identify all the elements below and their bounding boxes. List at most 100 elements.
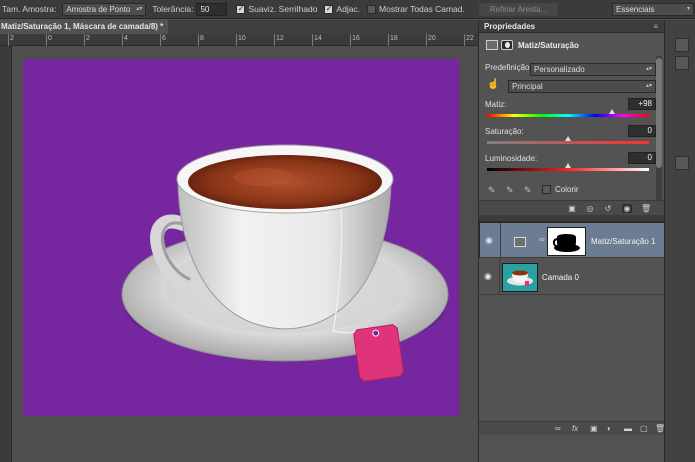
tolerance-input[interactable]: 50 <box>196 2 228 16</box>
document-tab-title: Matiz/Saturação 1, Máscara de camada/8) … <box>1 22 164 31</box>
lightness-input[interactable]: 0 <box>628 152 656 164</box>
properties-scrollbar[interactable] <box>656 56 662 206</box>
adjustment-icon[interactable] <box>486 40 498 50</box>
new-layer-icon[interactable]: ▢ <box>640 424 648 434</box>
lightness-row: Luminosidade: <box>485 154 537 163</box>
refine-edge-button[interactable]: Refinar Aresta... <box>478 2 559 16</box>
target-adjust-hand-icon[interactable]: ☝ <box>487 79 499 90</box>
layers-panel: ◉ ∞ Matiz/Saturação 1 ◉ Camada 0 ∞ fx ▣ … <box>478 215 665 462</box>
swatches-panel-icon[interactable] <box>675 56 689 70</box>
layer-name[interactable]: Matiz/Saturação 1 <box>591 237 655 246</box>
document-tab[interactable]: Matiz/Saturação 1, Máscara de camada/8) … <box>0 20 168 34</box>
hue-slider[interactable] <box>487 109 649 117</box>
saturation-label: Saturação: <box>485 127 524 136</box>
link-layers-icon[interactable]: ∞ <box>555 424 561 434</box>
eye-icon[interactable]: ◉ <box>484 271 496 281</box>
link-icon[interactable]: ∞ <box>539 235 545 244</box>
hue-input[interactable]: +98 <box>628 98 656 110</box>
panel-menu-icon[interactable]: ≡ <box>653 22 659 31</box>
document-canvas[interactable] <box>23 59 459 416</box>
anti-alias-checkbox[interactable]: ✓ <box>236 4 246 14</box>
properties-footer: ▣ ◎ ↺ ◉ 🗑 <box>479 200 665 215</box>
adjustments-panel-icon[interactable] <box>675 156 689 170</box>
reset-icon[interactable]: ↺ <box>603 204 613 213</box>
horizontal-ruler[interactable]: 2 0 2 4 6 8 10 12 14 16 18 20 22 <box>0 34 478 46</box>
ruler-number: 16 <box>352 35 360 42</box>
ruler-number: 20 <box>428 35 436 42</box>
layer-thumbnail-image <box>507 270 533 286</box>
new-adjustment-icon[interactable]: ◐ <box>607 424 612 434</box>
sample-all-layers-checkbox[interactable] <box>367 4 377 14</box>
colorize-checkbox[interactable] <box>542 185 551 194</box>
ruler-tick <box>198 34 199 46</box>
select-arrows-icon: ▾ <box>686 5 690 12</box>
select-arrows-icon: ▴▾ <box>645 83 652 89</box>
properties-scrollbar-thumb[interactable] <box>656 58 662 168</box>
lightness-slider[interactable] <box>487 163 649 171</box>
toggle-visibility-icon[interactable]: ◉ <box>622 204 632 213</box>
adjustment-title-row: Matiz/Saturação <box>479 34 665 56</box>
ruler-tick <box>236 34 237 46</box>
ruler-number: 0 <box>48 35 52 42</box>
new-group-icon[interactable]: ▬ <box>624 424 632 434</box>
saturation-slider[interactable] <box>487 136 649 144</box>
vertical-ruler[interactable] <box>0 46 12 462</box>
hue-row: Matiz: <box>485 100 506 109</box>
ruler-number: 22 <box>466 35 474 42</box>
preset-select[interactable]: Personalizado ▴▾ <box>530 63 656 76</box>
saturation-slider-handle[interactable] <box>565 136 571 141</box>
ruler-tick <box>388 34 389 46</box>
workspace-value: Essenciais <box>616 4 655 14</box>
delete-adjustment-icon[interactable]: 🗑 <box>641 204 651 213</box>
layer-name[interactable]: Camada 0 <box>542 273 579 282</box>
clip-to-layer-icon[interactable]: ▣ <box>567 204 577 213</box>
eye-icon[interactable]: ◉ <box>485 235 497 245</box>
layer-thumbnail[interactable] <box>502 263 538 292</box>
ruler-number: 2 <box>10 35 14 42</box>
layer-divider <box>499 259 500 295</box>
saturation-input[interactable]: 0 <box>628 125 656 137</box>
ruler-tick <box>426 34 427 46</box>
layer-row-camada-0[interactable]: ◉ Camada 0 <box>479 259 665 295</box>
ruler-tick <box>160 34 161 46</box>
hue-slider-handle[interactable] <box>608 109 615 114</box>
channel-select[interactable]: Principal ▴▾ <box>508 80 656 93</box>
eyedropper-plus-icon[interactable]: ✎ <box>506 185 516 195</box>
saturation-row: Saturação: <box>485 127 524 136</box>
fx-icon[interactable]: fx <box>572 424 578 434</box>
tolerance-label: Tolerância: <box>152 4 194 14</box>
eyedropper-minus-icon[interactable]: ✎ <box>524 185 534 195</box>
ruler-number: 2 <box>86 35 90 42</box>
contiguous-checkbox[interactable]: ✓ <box>324 4 334 14</box>
ruler-number: 14 <box>314 35 322 42</box>
eyedropper-icon[interactable]: ✎ <box>488 185 498 195</box>
adjustment-title: Matiz/Saturação <box>518 40 579 50</box>
sample-size-select[interactable]: Amostra de Ponto ▴▾ <box>62 2 147 16</box>
workspace-select[interactable]: Essenciais ▾ <box>612 2 694 16</box>
view-previous-icon[interactable]: ◎ <box>585 204 595 213</box>
add-mask-icon[interactable]: ▣ <box>590 424 598 434</box>
lightness-slider-handle[interactable] <box>565 163 571 168</box>
ruler-tick <box>274 34 275 46</box>
adjustment-layer-icon <box>514 237 526 247</box>
layer-divider <box>500 223 501 259</box>
layer-mask-icon[interactable] <box>501 40 513 50</box>
select-arrows-icon: ▴▾ <box>645 66 652 72</box>
ruler-tick <box>464 34 465 46</box>
ruler-number: 8 <box>200 35 204 42</box>
layer-mask-thumbnail[interactable] <box>547 227 586 256</box>
layers-header <box>479 215 664 222</box>
preset-value: Personalizado <box>534 65 585 74</box>
layers-bottom-strip <box>479 435 665 462</box>
ruler-tick <box>84 34 85 46</box>
ruler-tick <box>350 34 351 46</box>
history-panel-icon[interactable] <box>675 38 689 52</box>
panel-dock <box>664 20 695 462</box>
properties-title: Propriedades <box>484 21 536 31</box>
anti-alias-label: Suaviz. Serrilhado <box>248 4 318 14</box>
ruler-tick <box>312 34 313 46</box>
layer-row-hue-saturation[interactable]: ◉ ∞ Matiz/Saturação 1 <box>479 222 665 259</box>
teacup-illustration <box>121 144 449 382</box>
mask-shape <box>552 234 580 252</box>
properties-header[interactable]: Propriedades ≡ <box>479 20 664 33</box>
